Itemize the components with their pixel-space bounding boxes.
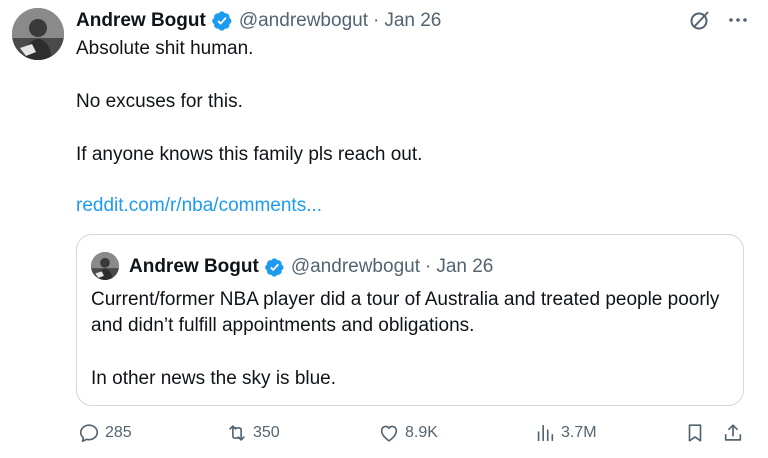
tweet-paragraph: Absolute shit human.: [76, 38, 254, 59]
separator-dot: ·: [424, 256, 432, 277]
grok-icon[interactable]: [688, 8, 712, 32]
views-button[interactable]: 3.7M: [534, 422, 597, 444]
avatar[interactable]: [12, 8, 64, 60]
tweet-paragraph: No excuses for this.: [76, 91, 243, 112]
quoted-avatar-image: [91, 252, 119, 280]
share-button[interactable]: [722, 422, 744, 444]
author-name[interactable]: Andrew Bogut: [76, 10, 206, 32]
quoted-tweet[interactable]: Andrew Bogut @andrewbogut · Jan 26 Curre…: [76, 234, 744, 406]
views-count: 3.7M: [561, 424, 597, 441]
avatar-image: [12, 8, 64, 60]
separator-dot: ·: [372, 10, 380, 31]
quoted-tweet-header: Andrew Bogut @andrewbogut · Jan 26: [129, 253, 493, 281]
quoted-author-handle: @andrewbogut: [290, 256, 420, 277]
tweet-date[interactable]: Jan 26: [384, 10, 441, 32]
reply-icon: [79, 424, 99, 443]
tweet-header: Andrew Bogut @andrewbogut · Jan 26: [76, 8, 441, 34]
like-count: 8.9K: [405, 424, 438, 441]
quoted-author-name: Andrew Bogut: [129, 256, 259, 277]
retweet-icon: [229, 425, 245, 441]
views-chart-icon: [537, 424, 554, 442]
share-icon: [724, 424, 742, 441]
reply-count: 285: [105, 424, 132, 441]
more-icon[interactable]: [726, 8, 750, 32]
quoted-tweet-date: Jan 26: [436, 256, 494, 277]
retweet-button[interactable]: 350: [226, 422, 280, 444]
quoted-avatar: [91, 252, 119, 280]
quoted-paragraph: In other news the sky is blue.: [91, 368, 337, 389]
tweet-top-actions: [688, 8, 750, 32]
bookmark-icon: [688, 424, 702, 442]
quoted-paragraph: Current/former NBA player did a tour of …: [91, 289, 720, 336]
verified-badge-icon: [264, 257, 284, 277]
tweet-action-bar: 285 350 8.9K 3.7M: [76, 422, 748, 450]
tweet-paragraph: If anyone knows this family pls reach ou…: [76, 144, 423, 165]
reply-button[interactable]: 285: [78, 422, 132, 444]
verified-badge-icon: [212, 11, 232, 31]
quoted-tweet-text: Current/former NBA player did a tour of …: [91, 287, 731, 392]
heart-icon: [380, 425, 398, 442]
author-handle[interactable]: @andrewbogut: [239, 10, 368, 32]
bookmark-button[interactable]: [684, 422, 706, 444]
retweet-count: 350: [253, 424, 280, 441]
tweet-link[interactable]: reddit.com/r/nba/comments...: [76, 193, 322, 219]
like-button[interactable]: 8.9K: [378, 422, 438, 444]
